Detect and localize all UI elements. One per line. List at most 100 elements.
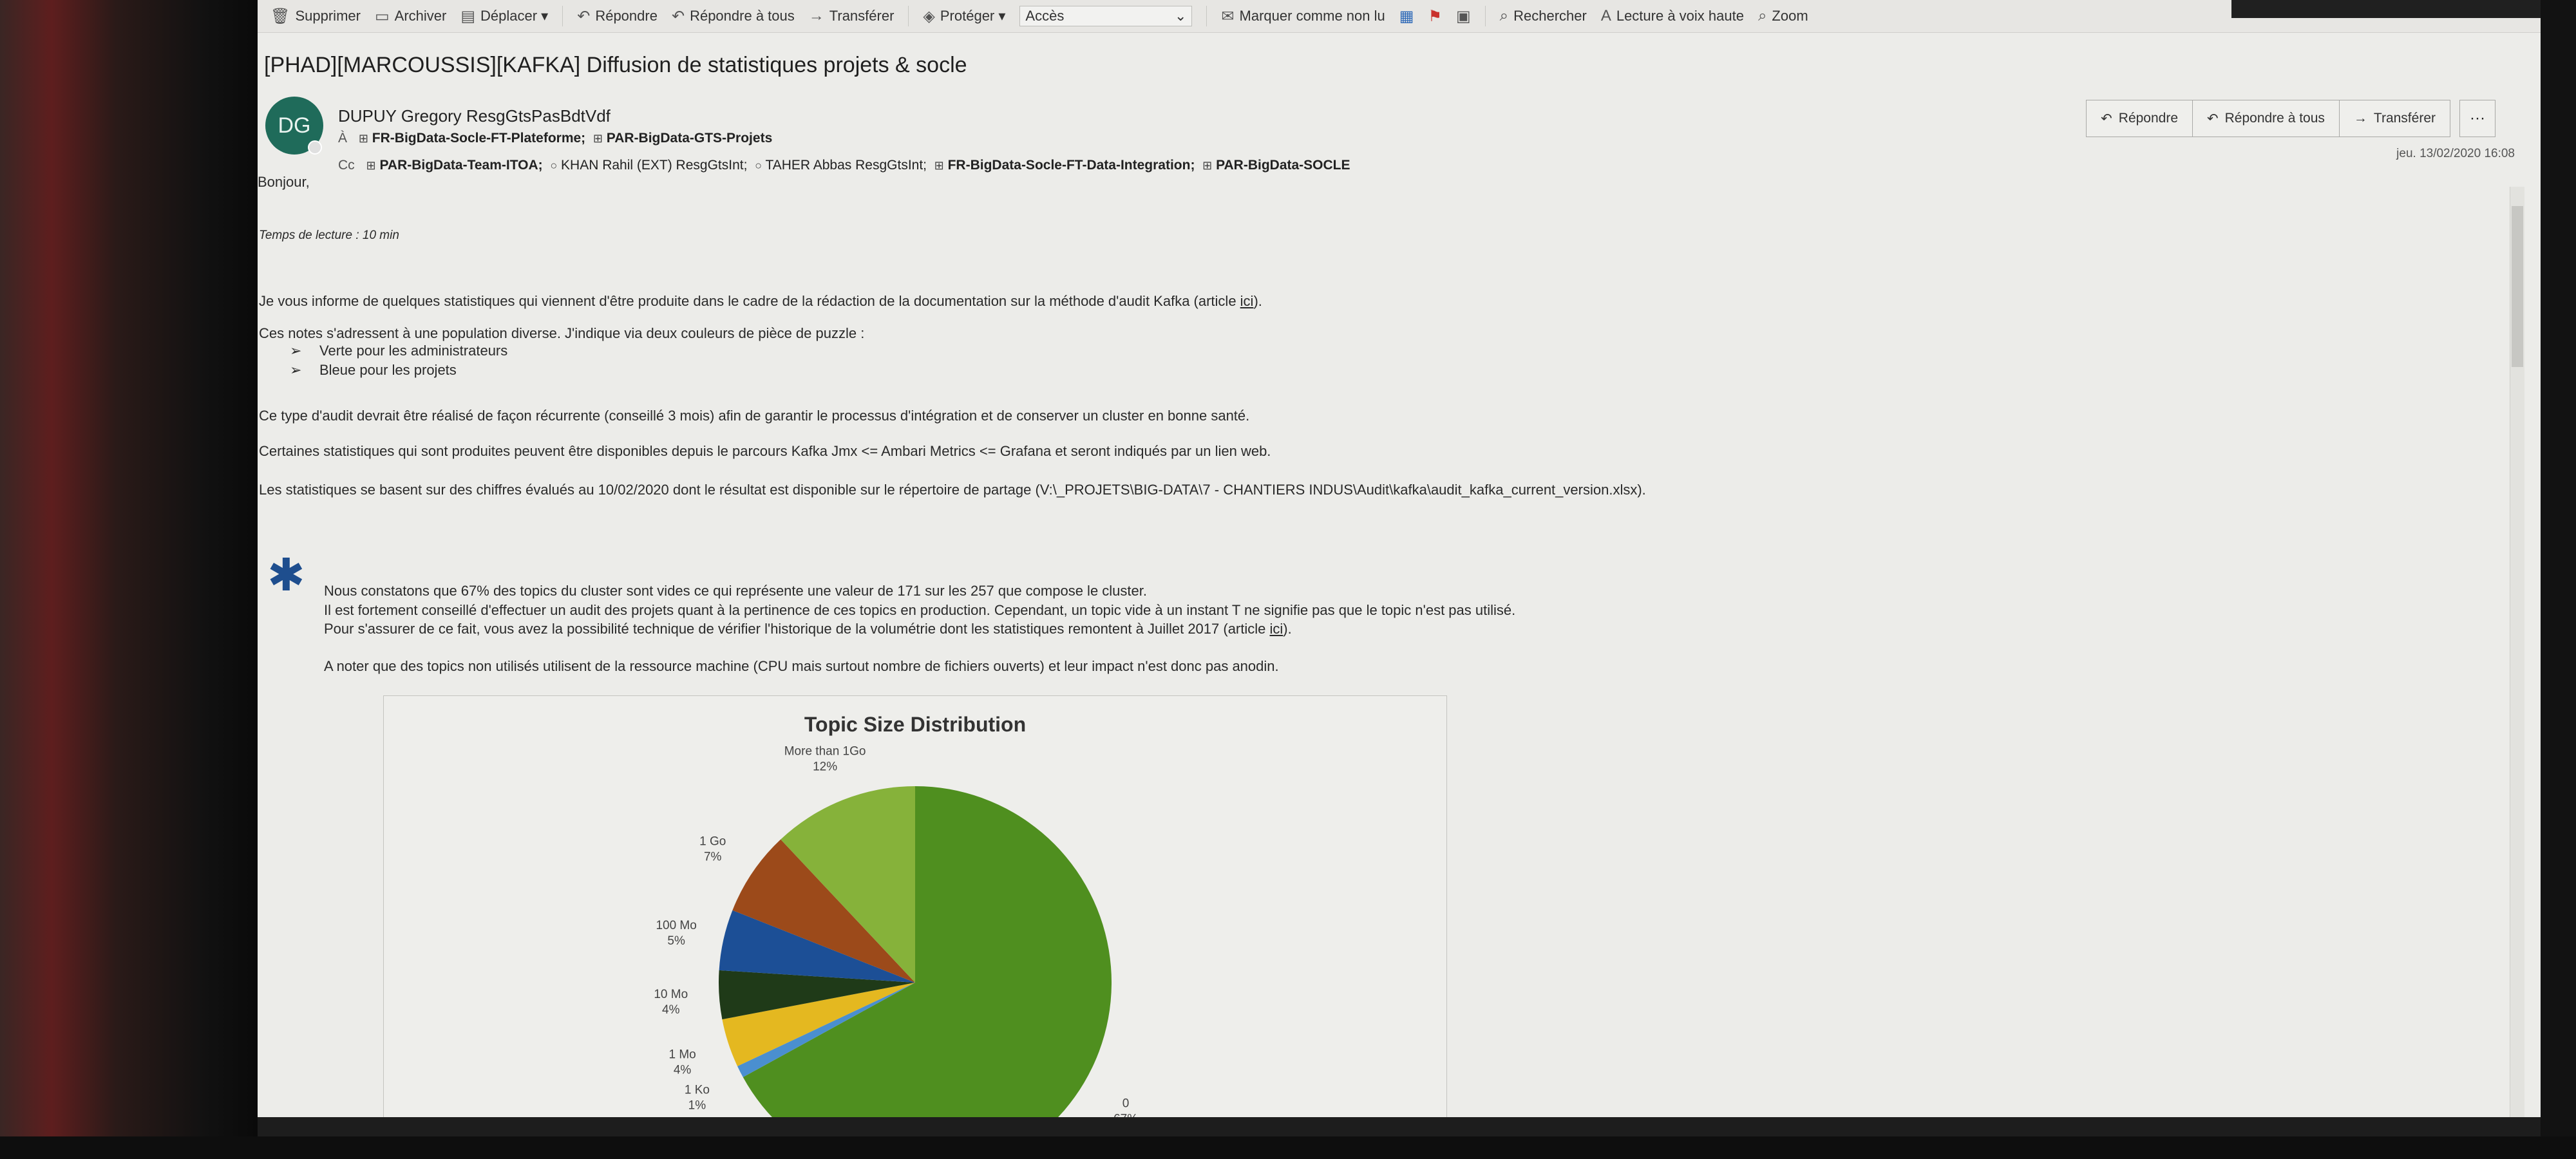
paragraph: Certaines statistiques qui sont produite… xyxy=(259,443,1271,459)
puzzle-piece-icon: ✱ xyxy=(267,550,305,600)
ribbon-protect-button[interactable]: ◈ Protéger ▾ xyxy=(923,7,1005,26)
ribbon-policy-button[interactable]: ▣ xyxy=(1456,7,1471,26)
group-expand-icon[interactable]: ⊞ xyxy=(593,132,603,145)
message-actions: ↶ Répondre ↶ Répondre à tous → Transférer ·… xyxy=(2086,100,2496,137)
delete-icon: 🗑 xyxy=(270,7,290,25)
scrollbar-thumb[interactable] xyxy=(2512,206,2523,367)
reply-button[interactable]: ↶ Répondre xyxy=(2086,100,2193,137)
message-subject: [PHAD][MARCOUSSIS][KAFKA] Diffusion de s… xyxy=(264,53,967,77)
list-item: ➢ Bleue pour les projets xyxy=(290,362,457,378)
group-expand-icon[interactable]: ⊞ xyxy=(359,132,368,145)
presence-indicator xyxy=(308,140,322,155)
reply-all-icon: ↶ xyxy=(671,7,685,25)
reply-all-icon: ↶ xyxy=(2207,111,2219,126)
ribbon-delete-button[interactable]: 🗑 Supprimer xyxy=(270,7,361,26)
paragraph: Ces notes s'adressent à une population d… xyxy=(259,325,865,341)
ribbon-separator xyxy=(562,6,564,26)
sender-name[interactable]: DUPUY Gregory ResgGtsPasBdtVdf xyxy=(338,106,611,126)
message-date: jeu. 13/02/2020 16:08 xyxy=(2396,147,2515,160)
paragraph: Ce type d'audit devrait être réalisé de … xyxy=(259,408,1250,424)
ribbon-separator xyxy=(1206,6,1208,26)
to-label: À xyxy=(338,131,348,146)
list-item: ➢ Verte pour les administrateurs xyxy=(290,343,508,359)
reading-time: Temps de lecture : 10 min xyxy=(259,229,399,242)
paragraph: Pour s'assurer de ce fait, vous avez la … xyxy=(324,621,1292,637)
more-actions-button[interactable]: ··· xyxy=(2459,100,2496,137)
policy-icon: ▣ xyxy=(1455,7,1471,25)
slice-label: 10 Mo 4% xyxy=(654,988,688,1017)
recipient[interactable]: PAR-BigData-GTS-Projets xyxy=(607,131,772,146)
article-link[interactable]: ici xyxy=(1240,293,1254,309)
ribbon-zoom-button[interactable]: ⌕ Zoom xyxy=(1758,7,1808,25)
ribbon-search-button[interactable]: ⌕ Rechercher xyxy=(1500,7,1587,25)
title-bar-corner xyxy=(2231,0,2541,18)
ribbon-flag-button[interactable]: ⚑ xyxy=(1428,7,1442,26)
chart-title: Topic Size Distribution xyxy=(804,713,1026,736)
slice-label: 1 Go 7% xyxy=(699,834,726,863)
forward-button[interactable]: → Transférer xyxy=(2338,100,2450,137)
outlook-window: 🗑 Supprimer ▭ Archiver ▤ Déplacer ▾ ↶ Répond… xyxy=(258,0,2541,1136)
ribbon-forward-button[interactable]: → Transférer xyxy=(809,7,895,25)
person-icon: ○ xyxy=(550,159,558,172)
paragraph: Les statistiques se basent sur des chiff… xyxy=(259,482,1646,498)
slice-label: 100 Mo 5% xyxy=(656,919,696,948)
slice-label: More than 1Go 12% xyxy=(784,745,866,774)
slice-label: 1 Ko 1% xyxy=(685,1084,710,1113)
archive-icon: ▭ xyxy=(374,7,390,25)
reply-icon: ↶ xyxy=(2101,111,2112,126)
reply-all-button[interactable]: ↶ Répondre à tous xyxy=(2192,100,2340,137)
pie-chart: Topic Size Distribution 067%1 Ko1%1 Mo4%… xyxy=(383,695,1447,1136)
recipient[interactable]: PAR-BigData-SOCLE xyxy=(1216,158,1350,173)
forward-icon: → xyxy=(2353,111,2367,126)
group-expand-icon[interactable]: ⊞ xyxy=(934,159,944,172)
monitor-bezel-bottom xyxy=(0,1136,2576,1159)
vertical-scrollbar[interactable] xyxy=(2510,187,2524,1133)
ribbon-move-button[interactable]: ▤ Déplacer ▾ xyxy=(460,7,548,26)
ribbon-separator xyxy=(908,6,909,26)
paragraph: Il est fortement conseillé d'effectuer u… xyxy=(324,602,1516,618)
ribbon-toolbar: 🗑 Supprimer ▭ Archiver ▤ Déplacer ▾ ↶ Répond… xyxy=(258,0,2541,33)
recipient[interactable]: PAR-BigData-Team-ITOA; xyxy=(379,158,542,173)
paragraph: A noter que des topics non utilisés util… xyxy=(324,658,1279,674)
windows-taskbar xyxy=(258,1117,2541,1136)
ribbon-categorize-button[interactable]: ▦ xyxy=(1399,7,1414,26)
ribbon-reply-button[interactable]: ↶ Répondre xyxy=(577,7,658,26)
person-icon: ○ xyxy=(755,159,762,172)
move-icon: ▤ xyxy=(460,7,476,25)
chart-svg: Topic Size Distribution 067%1 Ko1%1 Mo4%… xyxy=(654,713,1138,1136)
chevron-down-icon: ⌄ xyxy=(1174,8,1187,24)
ribbon-mark-unread-button[interactable]: ✉ Marquer comme non lu xyxy=(1221,7,1385,26)
mark-unread-icon: ✉ xyxy=(1221,7,1235,25)
access-dropdown[interactable]: Accès ⌄ xyxy=(1019,6,1193,26)
recipient[interactable]: KHAN Rahil (EXT) ResgGtsInt; xyxy=(561,158,747,173)
recipient[interactable]: FR-BigData-Socle-FT-Plateforme; xyxy=(372,131,585,146)
ribbon-separator xyxy=(1484,6,1486,26)
arrow-bullet-icon: ➢ xyxy=(290,362,302,378)
slice-label: 1 Mo 4% xyxy=(668,1048,696,1077)
arrow-bullet-icon: ➢ xyxy=(290,343,302,359)
group-expand-icon[interactable]: ⊞ xyxy=(1202,159,1212,172)
recipient[interactable]: TAHER Abbas ResgGtsInt; xyxy=(765,158,927,173)
search-icon: ⌕ xyxy=(1499,7,1509,24)
flag-icon: ⚑ xyxy=(1428,7,1442,25)
read-aloud-icon: A xyxy=(1600,7,1611,24)
zoom-icon: ⌕ xyxy=(1757,7,1767,24)
cc-label: Cc xyxy=(338,158,355,173)
reply-icon: ↶ xyxy=(577,7,591,25)
recipient[interactable]: FR-BigData-Socle-FT-Data-Integration; xyxy=(948,158,1195,173)
ribbon-read-aloud-button[interactable]: A Lecture à voix haute xyxy=(1601,7,1744,25)
ribbon-reply-all-button[interactable]: ↶ Répondre à tous xyxy=(672,7,795,26)
paragraph: Je vous informe de quelques statistiques… xyxy=(259,293,1262,309)
categorize-icon: ▦ xyxy=(1399,7,1414,25)
paragraph: Nous constatons que 67% des topics du cl… xyxy=(324,583,1147,599)
protect-icon: ◈ xyxy=(923,7,935,25)
forward-icon: → xyxy=(808,7,824,24)
to-line: À ⊞ FR-BigData-Socle-FT-Plateforme; ⊞ PA… xyxy=(338,131,772,146)
monitor-bezel-left xyxy=(0,0,258,1159)
greeting: Bonjour, xyxy=(258,174,310,190)
group-expand-icon[interactable]: ⊞ xyxy=(366,159,376,172)
ribbon-archive-button[interactable]: ▭ Archiver xyxy=(375,7,446,26)
monitor-bezel-right xyxy=(2541,0,2576,1159)
article-link[interactable]: ici xyxy=(1270,621,1283,637)
cc-line: Cc ⊞ PAR-BigData-Team-ITOA; ○ KHAN Rahil… xyxy=(338,158,1350,173)
